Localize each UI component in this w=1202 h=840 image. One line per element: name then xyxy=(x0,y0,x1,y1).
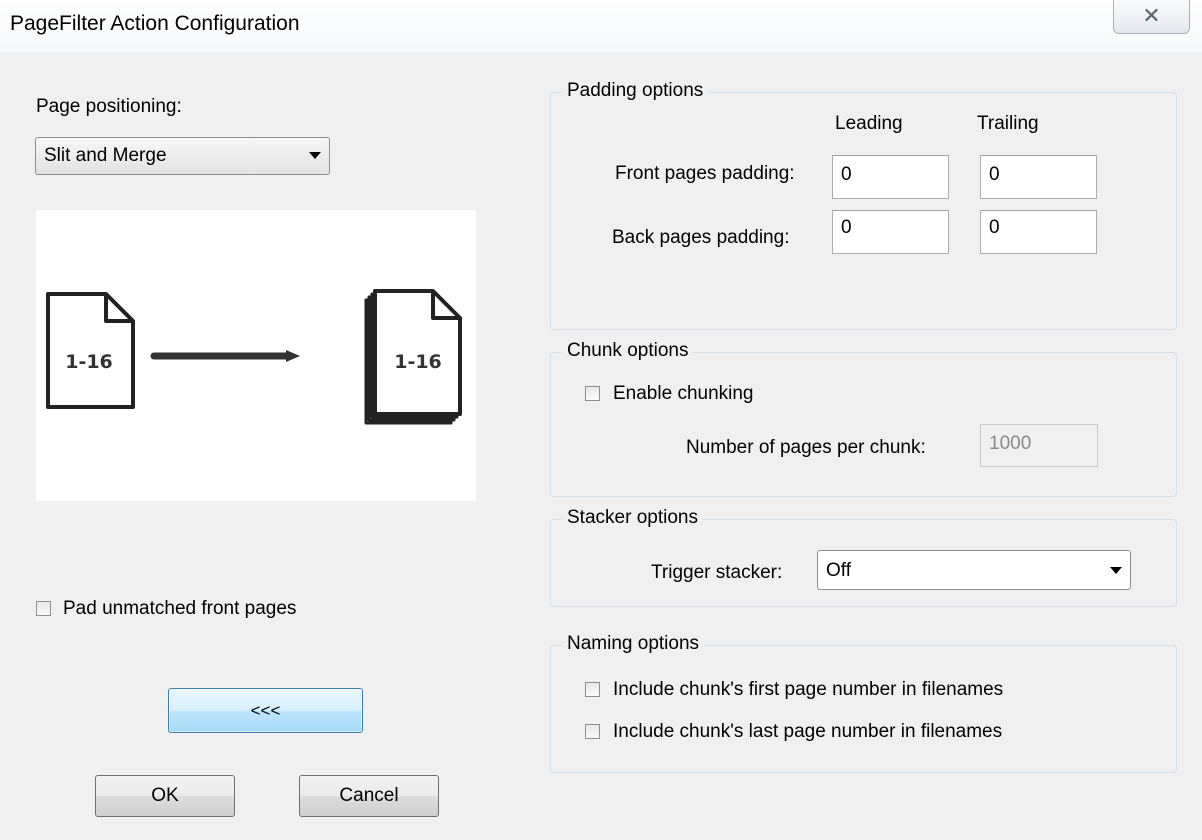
back-pages-padding-label: Back pages padding: xyxy=(612,227,790,248)
trigger-stacker-value: Off xyxy=(826,560,851,581)
include-last-page-label: Include chunk's last page number in file… xyxy=(613,721,1003,742)
back-trailing-value: 0 xyxy=(989,217,1000,238)
chevron-down-icon xyxy=(1110,567,1122,574)
page-positioning-value: Slit and Merge xyxy=(44,145,167,166)
pad-unmatched-label: Pad unmatched front pages xyxy=(63,598,297,619)
front-trailing-input[interactable]: 0 xyxy=(980,155,1097,199)
trailing-header: Trailing xyxy=(977,113,1039,134)
trigger-stacker-dropdown[interactable]: Off xyxy=(817,550,1131,590)
front-leading-value: 0 xyxy=(841,164,852,185)
cancel-button[interactable]: Cancel xyxy=(299,775,439,817)
page-positioning-label: Page positioning: xyxy=(36,96,182,117)
pages-per-chunk-label: Number of pages per chunk: xyxy=(686,437,926,458)
back-leading-input[interactable]: 0 xyxy=(832,210,949,254)
page-positioning-dropdown[interactable]: Slit and Merge xyxy=(35,137,330,175)
front-trailing-value: 0 xyxy=(989,164,1000,185)
pages-per-chunk-input[interactable]: 1000 xyxy=(980,424,1098,467)
stacker-options-title: Stacker options xyxy=(562,507,703,529)
chevron-down-icon xyxy=(309,152,321,159)
close-icon: ✕ xyxy=(1142,2,1161,28)
page-positioning-preview: 1-16 1-16 xyxy=(36,210,476,501)
close-button[interactable]: ✕ xyxy=(1113,0,1190,34)
include-first-page-label: Include chunk's first page number in fil… xyxy=(613,679,1004,700)
leading-header: Leading xyxy=(835,113,903,134)
front-leading-input[interactable]: 0 xyxy=(832,155,949,199)
window-title: PageFilter Action Configuration xyxy=(10,12,300,35)
source-document-label: 1-16 xyxy=(65,351,113,373)
ok-button[interactable]: OK xyxy=(95,775,235,817)
preview-diagram: 1-16 1-16 xyxy=(46,289,462,425)
include-last-page-checkbox[interactable] xyxy=(585,724,600,739)
single-document-icon: 1-16 xyxy=(46,292,135,409)
naming-options-title: Naming options xyxy=(562,633,705,655)
pages-per-chunk-value: 1000 xyxy=(989,433,1032,454)
chunk-options-title: Chunk options xyxy=(562,340,694,362)
target-document-label: 1-16 xyxy=(394,351,442,373)
enable-chunking-checkbox[interactable] xyxy=(585,386,600,401)
collapse-button[interactable]: <<< xyxy=(168,688,363,733)
front-pages-padding-label: Front pages padding: xyxy=(615,163,795,184)
arrow-right-icon xyxy=(150,350,300,362)
title-bar: PageFilter Action Configuration ✕ xyxy=(0,0,1202,52)
pad-unmatched-checkbox[interactable] xyxy=(36,601,51,616)
stacked-documents-icon: 1-16 xyxy=(364,289,462,425)
collapse-button-label: <<< xyxy=(250,700,281,720)
trigger-stacker-label: Trigger stacker: xyxy=(651,562,783,583)
enable-chunking-label: Enable chunking xyxy=(613,383,754,404)
ok-button-label: OK xyxy=(151,785,179,806)
back-leading-value: 0 xyxy=(841,217,852,238)
include-first-page-checkbox[interactable] xyxy=(585,682,600,697)
cancel-button-label: Cancel xyxy=(339,785,399,806)
back-trailing-input[interactable]: 0 xyxy=(980,210,1097,254)
padding-options-title: Padding options xyxy=(562,80,709,102)
naming-options-group: Naming options xyxy=(550,633,1177,773)
